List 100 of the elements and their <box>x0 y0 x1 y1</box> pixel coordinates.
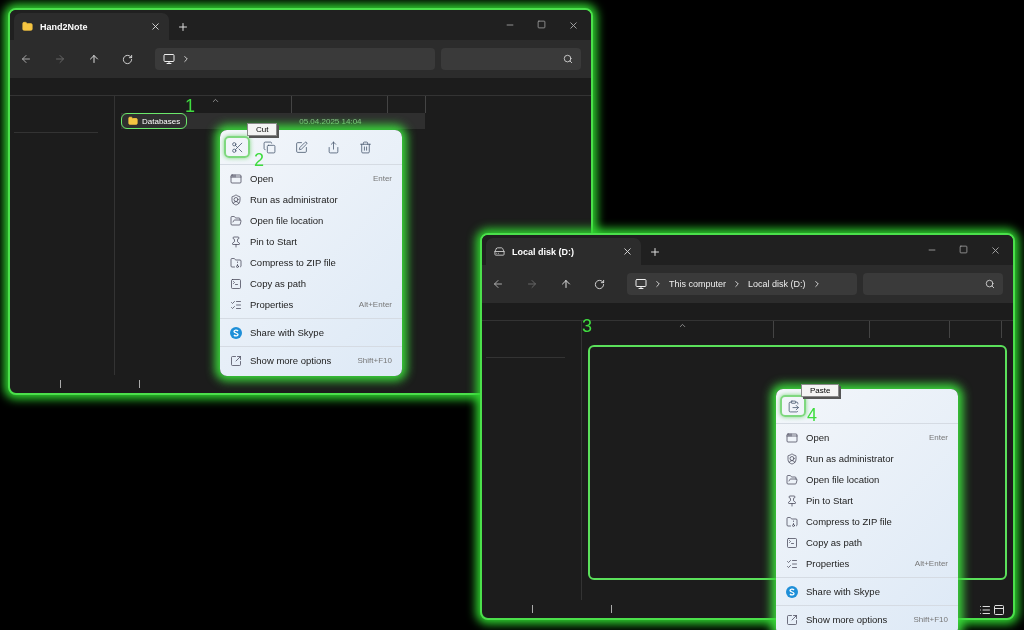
monitor-icon <box>163 53 175 65</box>
menu-item[interactable]: Run as administrator <box>776 448 958 469</box>
menu-item-label: Compress to ZIP file <box>806 516 893 527</box>
date-text: 05.04.2025 14:04 <box>299 116 362 126</box>
maximize-icon[interactable] <box>537 19 546 29</box>
drive-icon <box>494 246 505 257</box>
shortcut-text: Alt+Enter <box>914 559 948 568</box>
folder-icon <box>128 116 138 126</box>
archive-icon <box>230 256 242 269</box>
menu-item[interactable]: Open file location <box>220 210 402 231</box>
breadcrumb-item[interactable]: Local disk (D:) <box>748 279 806 289</box>
share-icon <box>326 140 340 154</box>
menu-item[interactable]: Open Enter <box>776 427 958 448</box>
folder-icon <box>230 214 242 227</box>
external-icon <box>230 354 242 367</box>
cut-button[interactable] <box>224 136 250 158</box>
pin-icon <box>786 494 798 507</box>
external-icon <box>786 613 798 626</box>
chevron-icon <box>653 279 663 289</box>
menu-item-label: Open <box>806 432 831 443</box>
address-bar[interactable]: This computer Local disk (D:) <box>627 273 857 295</box>
up-icon[interactable] <box>560 278 572 290</box>
search-field[interactable] <box>863 273 1003 295</box>
step-number: 4 <box>807 405 817 426</box>
menu-item[interactable]: Properties Alt+Enter <box>220 294 402 315</box>
menu-item[interactable]: Share with Skype <box>776 581 958 602</box>
menu-item-label: Properties <box>250 299 295 310</box>
menu-item-label: Pin to Start <box>250 236 298 247</box>
menu-item[interactable]: Open Enter <box>220 168 402 189</box>
shortcut-text: Enter <box>928 433 948 442</box>
file-name[interactable]: Databases <box>121 113 188 129</box>
refresh-icon[interactable] <box>594 278 605 290</box>
step-number: 3 <box>582 316 592 337</box>
step-number: 2 <box>254 150 264 171</box>
menu-item-label: Run as administrator <box>250 194 339 205</box>
monitor-icon <box>635 278 647 290</box>
search-field[interactable] <box>441 48 581 70</box>
menu-item-label: Open file location <box>250 215 325 226</box>
shield-icon <box>786 452 798 465</box>
close-icon[interactable] <box>990 244 1001 256</box>
pin-icon <box>230 235 242 248</box>
list-icon <box>230 298 242 311</box>
close-icon[interactable] <box>150 21 161 32</box>
back-icon[interactable] <box>492 278 504 290</box>
new-tab-icon[interactable] <box>177 21 189 33</box>
menu-item-label: Show more options <box>250 355 333 366</box>
shortcut-text: Enter <box>372 174 392 183</box>
shortcut-text: Shift+F10 <box>357 356 392 365</box>
skype-icon <box>230 326 242 339</box>
menu-item[interactable]: Pin to Start <box>776 490 958 511</box>
new-tab-icon[interactable] <box>649 246 661 258</box>
menu-item-label: Share with Skype <box>250 327 325 338</box>
sort-icon <box>211 96 220 105</box>
window-tab[interactable]: Hand2Note <box>14 13 169 40</box>
refresh-icon[interactable] <box>122 53 133 65</box>
menu-item[interactable]: Copy as path <box>220 273 402 294</box>
menu-item-label: Properties <box>806 558 851 569</box>
menu-item[interactable]: Copy as path <box>776 532 958 553</box>
trash-icon <box>358 140 372 154</box>
menu-item[interactable]: Open file location <box>776 469 958 490</box>
tiles-view-icon[interactable] <box>993 604 1005 616</box>
menu-item-label: Open <box>250 173 275 184</box>
menu-item[interactable]: Share with Skype <box>220 322 402 343</box>
tooltip: Cut <box>247 123 278 136</box>
shortcut-text: Alt+Enter <box>358 300 392 309</box>
terminal-icon <box>786 536 798 549</box>
close-icon[interactable] <box>622 246 633 257</box>
menu-item-label: Run as administrator <box>806 453 895 464</box>
archive-icon <box>786 515 798 528</box>
breadcrumb-item[interactable]: This computer <box>669 279 727 289</box>
menu-item-label: Share with Skype <box>806 586 881 597</box>
menu-item[interactable]: Properties Alt+Enter <box>776 553 958 574</box>
menu-item-label: Copy as path <box>806 537 863 548</box>
menu-item[interactable]: Show more options Shift+F10 <box>776 609 958 630</box>
folder-icon <box>786 473 798 486</box>
menu-item[interactable]: Compress to ZIP file <box>776 511 958 532</box>
back-icon[interactable] <box>20 53 32 65</box>
terminal-icon <box>230 277 242 290</box>
shield-icon <box>230 193 242 206</box>
sort-icon <box>678 321 687 330</box>
skype-icon <box>786 585 798 598</box>
maximize-icon[interactable] <box>959 244 968 254</box>
menu-item-label: Compress to ZIP file <box>250 257 337 268</box>
details-view-icon[interactable] <box>979 604 991 616</box>
menu-item[interactable]: Show more options Shift+F10 <box>220 350 402 371</box>
menu-item-label: Show more options <box>806 614 889 625</box>
search-icon <box>985 279 995 289</box>
close-icon[interactable] <box>568 19 579 31</box>
folder-icon <box>22 21 33 32</box>
window-icon <box>230 172 242 185</box>
up-icon[interactable] <box>88 53 100 65</box>
window-tab[interactable]: Local disk (D:) <box>486 238 641 265</box>
menu-item[interactable]: Run as administrator <box>220 189 402 210</box>
menu-item-label: Copy as path <box>250 278 307 289</box>
scissors-icon <box>230 140 244 154</box>
menu-item[interactable]: Compress to ZIP file <box>220 252 402 273</box>
menu-item[interactable]: Pin to Start <box>220 231 402 252</box>
search-icon <box>563 54 573 64</box>
tooltip: Paste <box>801 384 840 397</box>
clipboard-icon <box>786 399 800 413</box>
